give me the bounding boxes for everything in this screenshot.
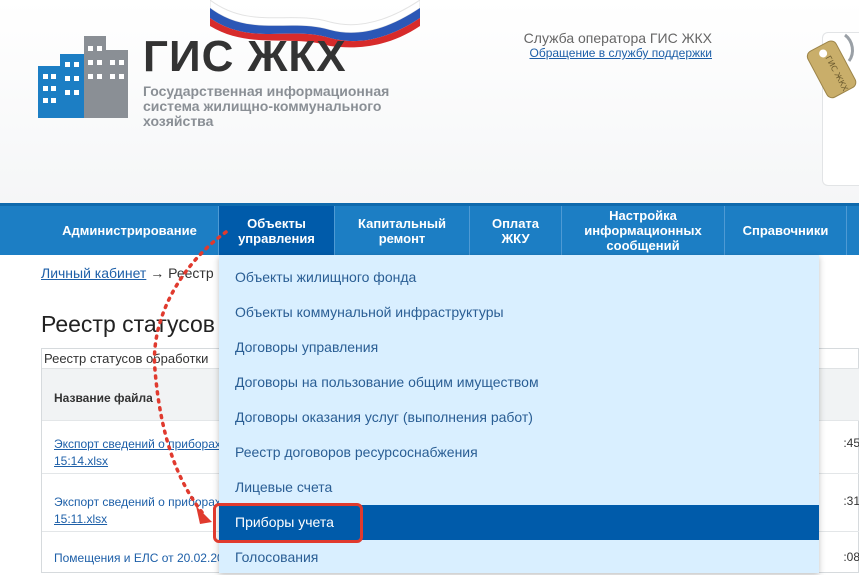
file-link[interactable]: Помещения и ЕЛС от 20.02.20 xyxy=(54,550,224,567)
menu-item-common-property-contracts[interactable]: Договоры на пользование общим имуществом xyxy=(219,365,819,400)
breadcrumb-current: Реестр xyxy=(168,265,214,281)
nav-item-label: Объекты управления xyxy=(238,215,315,246)
breadcrumb: Личный кабинет → Реестр xyxy=(41,265,214,281)
file-link-line2[interactable]: 15:11.xlsx xyxy=(54,511,107,528)
nav-item-label: Справочники xyxy=(742,223,829,238)
nav-item-administration[interactable]: Администрирование xyxy=(41,206,219,255)
nav-item-label: Капитальный ремонт xyxy=(358,215,446,246)
menu-item-personal-accounts[interactable]: Лицевые счета xyxy=(219,470,819,505)
nav-item-label: Администрирование xyxy=(62,223,197,238)
menu-item-service-contracts[interactable]: Договоры оказания услуг (выполнения рабо… xyxy=(219,400,819,435)
logo-subtitle: Государственная информационная система ж… xyxy=(143,83,390,129)
highlight-box xyxy=(213,503,363,543)
row-time: :31 xyxy=(843,494,859,508)
row-time: :08 xyxy=(843,550,859,564)
main-nav: Администрирование Объекты управления Кап… xyxy=(0,203,859,255)
menu-item-housing-stock[interactable]: Объекты жилищного фонда xyxy=(219,260,819,295)
building-logo-icon xyxy=(38,36,128,118)
column-header-file-name[interactable]: Название файла xyxy=(54,391,153,405)
nav-item-label: Оплата ЖКУ xyxy=(491,215,540,246)
menu-item-voting[interactable]: Голосования xyxy=(219,540,819,575)
nav-item-payment[interactable]: Оплата ЖКУ xyxy=(470,206,562,255)
page-title: Реестр статусов xyxy=(41,311,215,337)
site-header: ГИС ЖКХ Государственная информационная с… xyxy=(0,0,859,203)
nav-item-directories[interactable]: Справочники xyxy=(725,206,847,255)
nav-item-capital-repair[interactable]: Капитальный ремонт xyxy=(335,206,470,255)
file-link-line2[interactable]: 15:14.xlsx xyxy=(54,453,108,470)
breadcrumb-root-link[interactable]: Личный кабинет xyxy=(41,265,146,281)
logo-title: ГИС ЖКХ xyxy=(143,32,347,81)
menu-item-resource-supply-registry[interactable]: Реестр договоров ресурсоснабжения xyxy=(219,435,819,470)
file-link[interactable]: Экспорт сведений о приборах xyxy=(54,436,221,453)
menu-item-management-contracts[interactable]: Договоры управления xyxy=(219,330,819,365)
support-block: Служба оператора ГИС ЖКХ Обращение в слу… xyxy=(524,30,712,60)
file-link[interactable]: Экспорт сведений о приборах xyxy=(54,494,221,511)
nav-item-message-settings[interactable]: Настройка информационных сообщений xyxy=(562,206,725,255)
nav-item-label: Настройка информационных сообщений xyxy=(584,208,702,253)
key-tag-icon[interactable]: ГИС ЖКХ xyxy=(805,33,859,103)
panel-caption: Реестр статусов обработки xyxy=(44,351,209,366)
menu-item-communal-infrastructure[interactable]: Объекты коммунальной инфраструктуры xyxy=(219,295,819,330)
support-title: Служба оператора ГИС ЖКХ xyxy=(523,30,712,46)
nav-item-management-objects[interactable]: Объекты управления xyxy=(219,206,335,255)
support-link[interactable]: Обращение в службу поддержки xyxy=(524,46,713,60)
row-time: :45 xyxy=(843,436,859,450)
breadcrumb-separator: → xyxy=(150,265,165,281)
